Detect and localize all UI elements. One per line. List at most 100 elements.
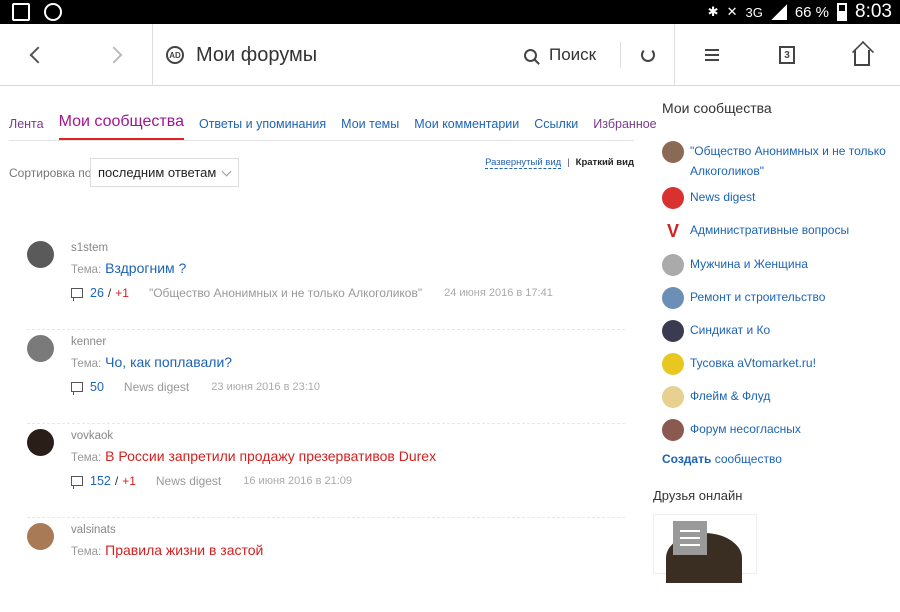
list-item: valsinats Тема: Правила жизни в застой bbox=[27, 518, 625, 612]
bluetooth-icon: ✱ bbox=[707, 4, 719, 19]
comment-count[interactable]: 50 bbox=[90, 380, 104, 394]
create-link-rest: сообщество bbox=[711, 452, 782, 466]
tab-replies-mentions[interactable]: Ответы и упоминания bbox=[199, 117, 326, 140]
avatar[interactable] bbox=[27, 523, 54, 550]
community-item[interactable]: V Административные вопросы bbox=[662, 220, 892, 242]
community-name: "Общество Анонимных и не только Алкоголи… bbox=[690, 144, 886, 178]
forum-tabs: Лента Мои сообщества Ответы и упоминания… bbox=[9, 110, 657, 141]
expanded-view-link[interactable]: Развернутый вид bbox=[485, 157, 562, 169]
create-link-bold: Создать bbox=[662, 452, 712, 466]
community-name: Синдикат и Ко bbox=[690, 323, 771, 337]
new-comment-count[interactable]: +1 bbox=[115, 286, 129, 300]
tab-my-topics[interactable]: Мои темы bbox=[341, 117, 399, 140]
avatar[interactable] bbox=[27, 241, 54, 268]
community-avatar bbox=[662, 287, 684, 309]
community-avatar bbox=[662, 353, 684, 375]
clock: 8:03 bbox=[855, 1, 892, 22]
home-button[interactable] bbox=[840, 24, 884, 86]
community-avatar: V bbox=[662, 220, 684, 242]
avatar[interactable] bbox=[27, 429, 54, 456]
meta-separator: / bbox=[114, 474, 119, 488]
community-name: Флейм & Флуд bbox=[690, 389, 771, 403]
community-item[interactable]: News digest bbox=[662, 187, 892, 209]
back-button[interactable] bbox=[0, 24, 76, 86]
tab-feed[interactable]: Лента bbox=[9, 117, 44, 140]
toolbar-divider bbox=[152, 24, 153, 86]
community-item[interactable]: Ремонт и строительство bbox=[662, 287, 892, 309]
friend-menu-button[interactable] bbox=[673, 521, 707, 555]
tab-my-comments[interactable]: Мои комментарии bbox=[414, 117, 519, 140]
tab-my-communities[interactable]: Мои сообщества bbox=[58, 113, 184, 140]
comment-icon bbox=[71, 382, 83, 395]
post-author[interactable]: s1stem bbox=[71, 242, 108, 254]
topic-link[interactable]: Правила жизни в застой bbox=[105, 542, 263, 558]
community-item[interactable]: Флейм & Флуд bbox=[662, 386, 892, 408]
search-icon bbox=[524, 48, 537, 62]
tabs-button[interactable]: 3 bbox=[765, 24, 809, 86]
post-author[interactable]: kenner bbox=[71, 336, 106, 348]
post-topic: Тема: Чо, как поплавали? bbox=[71, 354, 232, 370]
community-avatar bbox=[662, 254, 684, 276]
post-date: 23 июня 2016 в 23:10 bbox=[211, 381, 321, 393]
topic-link[interactable]: В России запретили продажу презервативов… bbox=[105, 448, 436, 464]
comment-count[interactable]: 26 bbox=[90, 286, 104, 300]
comment-icon bbox=[71, 476, 83, 489]
community-avatar bbox=[662, 386, 684, 408]
community-name: Ремонт и строительство bbox=[690, 290, 826, 304]
community-name: Административные вопросы bbox=[690, 223, 850, 237]
community-name: Форум несогласных bbox=[690, 422, 801, 436]
system-status-bar: ✱ ✕ 3G 66 % 8:03 bbox=[0, 0, 900, 24]
community-item[interactable]: "Общество Анонимных и не только Алкоголи… bbox=[662, 141, 892, 181]
post-forum[interactable]: "Общество Анонимных и не только Алкоголи… bbox=[149, 286, 422, 300]
signal-icon bbox=[770, 4, 787, 20]
gallery-notification-icon bbox=[12, 3, 30, 21]
post-forum[interactable]: News digest bbox=[156, 474, 221, 488]
tab-favorites[interactable]: Избранное bbox=[593, 117, 656, 140]
sort-label: Сортировка по bbox=[9, 166, 92, 180]
community-name: Тусовка aVtomarket.ru! bbox=[690, 356, 816, 370]
settings-notification-icon bbox=[44, 3, 62, 21]
post-forum[interactable]: News digest bbox=[124, 380, 189, 394]
create-community-link[interactable]: Создать сообщество bbox=[662, 452, 782, 466]
friend-card[interactable] bbox=[653, 514, 757, 583]
community-item[interactable]: Синдикат и Ко bbox=[662, 320, 892, 342]
tab-links[interactable]: Ссылки bbox=[534, 117, 578, 140]
community-avatar bbox=[662, 419, 684, 441]
list-item: vovkaok Тема: В России запретили продажу… bbox=[27, 424, 625, 518]
site-logo: AD bbox=[160, 24, 190, 86]
community-item[interactable]: Мужчина и Женщина bbox=[662, 254, 892, 276]
post-author[interactable]: vovkaok bbox=[71, 430, 113, 442]
topic-prefix: Тема: bbox=[71, 452, 102, 464]
tabs-icon: 3 bbox=[779, 46, 795, 64]
forward-button[interactable] bbox=[76, 24, 152, 86]
logo-icon: AD bbox=[166, 46, 184, 64]
topic-prefix: Тема: bbox=[71, 358, 102, 370]
refresh-button[interactable] bbox=[630, 24, 666, 86]
battery-icon bbox=[837, 3, 848, 21]
list-item: s1stem Тема: Вздрогним ? 26 / +1 "Общест… bbox=[27, 236, 625, 330]
topic-link[interactable]: Вздрогним ? bbox=[105, 260, 186, 276]
community-item[interactable]: Форум несогласных bbox=[662, 419, 892, 441]
chevron-right-icon bbox=[105, 46, 123, 64]
comment-count[interactable]: 152 bbox=[90, 474, 111, 488]
search-label: Поиск bbox=[549, 45, 597, 64]
menu-line bbox=[680, 537, 700, 539]
new-comment-count[interactable]: +1 bbox=[122, 474, 136, 488]
list-item: kenner Тема: Чо, как поплавали? 50 News … bbox=[27, 330, 625, 424]
community-item[interactable]: Тусовка aVtomarket.ru! bbox=[662, 353, 892, 375]
refresh-icon bbox=[641, 48, 655, 62]
menu-button[interactable] bbox=[690, 24, 734, 86]
search-button[interactable]: Поиск bbox=[524, 24, 596, 86]
post-date: 16 июня 2016 в 21:09 bbox=[243, 475, 352, 487]
community-avatar bbox=[662, 187, 684, 209]
topic-link[interactable]: Чо, как поплавали? bbox=[105, 354, 232, 370]
menu-line bbox=[680, 530, 700, 532]
post-meta: 152 / +1 News digest 16 июня 2016 в 21:0… bbox=[71, 474, 352, 489]
compact-view-link[interactable]: Краткий вид bbox=[576, 157, 634, 169]
view-separator: | bbox=[567, 157, 570, 168]
avatar[interactable] bbox=[27, 335, 54, 362]
comment-icon bbox=[71, 288, 83, 301]
post-author[interactable]: valsinats bbox=[71, 524, 116, 536]
mute-icon: ✕ bbox=[726, 4, 738, 19]
sort-select[interactable]: последним ответам bbox=[90, 158, 239, 187]
